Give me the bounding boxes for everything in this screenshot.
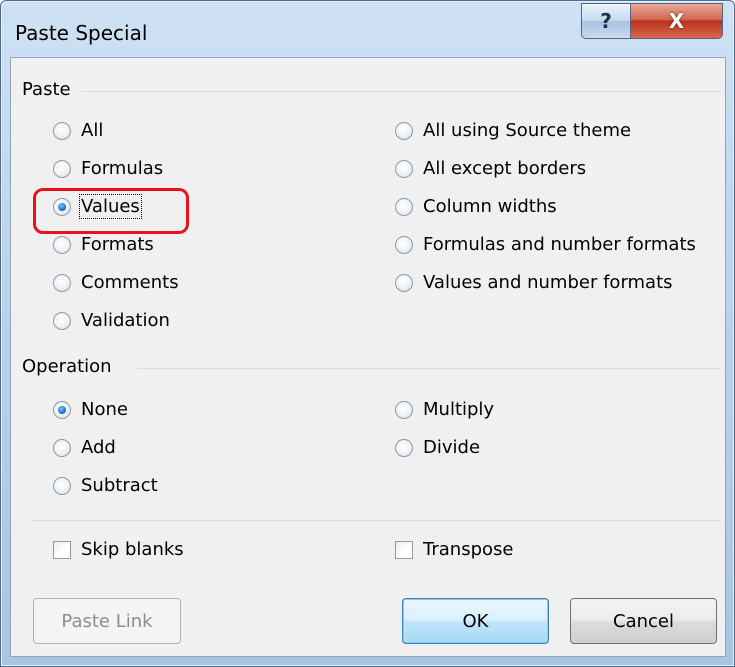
option-label: Skip blanks: [81, 539, 184, 560]
paste-option-values[interactable]: Values: [53, 194, 142, 219]
title-bar[interactable]: Paste Special ? X: [1, 1, 734, 57]
radio-button[interactable]: [395, 159, 413, 178]
radio-button[interactable]: [395, 400, 413, 419]
skip-blanks-option[interactable]: Skip blanks: [53, 539, 184, 560]
paste-option-all-except-borders[interactable]: All except borders: [395, 158, 586, 179]
operation-option-multiply[interactable]: Multiply: [395, 399, 494, 420]
radio-button[interactable]: [395, 438, 413, 457]
radio-button[interactable]: [53, 273, 71, 292]
radio-button[interactable]: [53, 121, 71, 140]
operation-option-none[interactable]: None: [53, 399, 128, 420]
transpose-option[interactable]: Transpose: [395, 539, 513, 560]
radio-dot-icon: [58, 202, 66, 211]
option-label: Comments: [81, 272, 179, 293]
paste-group-label: Paste: [22, 79, 71, 100]
paste-link-button[interactable]: Paste Link: [33, 598, 181, 644]
transpose-checkbox[interactable]: [395, 540, 413, 559]
close-icon: X: [668, 9, 685, 33]
radio-button-selected[interactable]: [53, 400, 71, 419]
option-label: All using Source theme: [423, 120, 632, 141]
dialog-body: Paste All Formulas Values Formats Commen…: [10, 57, 726, 657]
paste-option-comments[interactable]: Comments: [53, 272, 179, 293]
option-label: Values and number formats: [423, 272, 673, 293]
radio-button[interactable]: [395, 235, 413, 254]
radio-button[interactable]: [53, 438, 71, 457]
option-label: Values: [79, 194, 142, 219]
cancel-button[interactable]: Cancel: [570, 598, 717, 644]
option-label: None: [81, 399, 128, 420]
help-button[interactable]: ?: [581, 3, 631, 39]
radio-dot-icon: [58, 405, 66, 414]
radio-button[interactable]: [395, 197, 413, 216]
radio-button[interactable]: [395, 121, 413, 140]
radio-button[interactable]: [53, 235, 71, 254]
paste-group-divider: [81, 91, 721, 92]
option-label: Subtract: [81, 475, 158, 496]
operation-group-label: Operation: [22, 356, 112, 377]
help-icon: ?: [600, 9, 612, 33]
option-label: Formulas: [81, 158, 164, 179]
paste-option-formulas[interactable]: Formulas: [53, 158, 163, 179]
operation-option-add[interactable]: Add: [53, 437, 116, 458]
skip-blanks-checkbox[interactable]: [53, 540, 71, 559]
option-label: Column widths: [423, 196, 557, 217]
option-label: All except borders: [423, 158, 587, 179]
option-label: All: [81, 120, 104, 141]
paste-option-validation[interactable]: Validation: [53, 310, 170, 331]
paste-special-dialog: Paste Special ? X Paste All Formulas Val…: [0, 0, 735, 667]
option-label: Validation: [81, 310, 170, 331]
operation-option-divide[interactable]: Divide: [395, 437, 480, 458]
radio-button[interactable]: [53, 159, 71, 178]
paste-option-all-using-source-theme[interactable]: All using Source theme: [395, 120, 631, 141]
close-button[interactable]: X: [630, 3, 723, 39]
option-label: Formats: [81, 234, 154, 255]
operation-option-subtract[interactable]: Subtract: [53, 475, 158, 496]
option-label: Transpose: [423, 539, 514, 560]
option-label: Multiply: [423, 399, 495, 420]
paste-option-values-and-number-formats[interactable]: Values and number formats: [395, 272, 673, 293]
paste-option-all[interactable]: All: [53, 120, 103, 141]
option-label: Divide: [423, 437, 481, 458]
operation-group-divider: [137, 368, 721, 369]
ok-button[interactable]: OK: [402, 598, 549, 644]
radio-button[interactable]: [53, 476, 71, 495]
paste-option-formats[interactable]: Formats: [53, 234, 154, 255]
options-divider: [31, 520, 721, 521]
paste-option-column-widths[interactable]: Column widths: [395, 196, 557, 217]
radio-button[interactable]: [395, 273, 413, 292]
radio-button[interactable]: [53, 311, 71, 330]
option-label: Add: [81, 437, 116, 458]
dialog-title: Paste Special: [15, 21, 148, 45]
paste-option-formulas-and-number-formats[interactable]: Formulas and number formats: [395, 234, 696, 255]
radio-button-selected[interactable]: [53, 197, 71, 216]
option-label: Formulas and number formats: [423, 234, 696, 255]
